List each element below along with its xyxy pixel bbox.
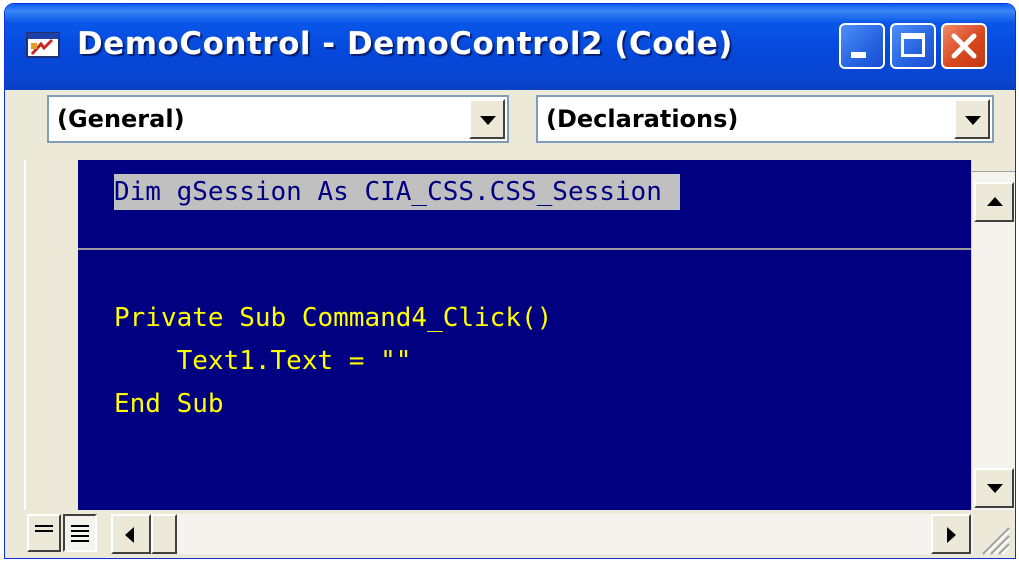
procedure-dropdown-value: (Declarations) xyxy=(546,105,739,133)
combo-toolbar: (General) (Declarations) xyxy=(5,90,1015,160)
code-area: Dim gSession As CIA_CSS.CSS_Session Priv… xyxy=(5,160,971,510)
arrow-left-icon xyxy=(125,527,134,543)
margin-indicator-bar[interactable] xyxy=(24,160,78,510)
resize-grip-icon[interactable] xyxy=(975,520,1011,556)
arrow-up-icon xyxy=(987,197,1003,206)
procedure-separator xyxy=(78,248,971,250)
procedure-view-icon xyxy=(35,525,53,535)
scroll-up-button[interactable] xyxy=(974,182,1014,222)
procedure-view-button[interactable] xyxy=(27,514,61,552)
chevron-down-icon xyxy=(480,116,496,125)
code-window: DemoControl - DemoControl2 (Code) (Gener… xyxy=(4,3,1016,559)
code-line-declaration[interactable]: Dim gSession As CIA_CSS.CSS_Session xyxy=(114,174,680,210)
code-line-end-sub[interactable]: End Sub xyxy=(114,386,224,422)
horizontal-scrollbar[interactable] xyxy=(111,514,973,554)
vb-code-window-icon[interactable] xyxy=(26,32,60,58)
close-button[interactable] xyxy=(941,23,987,69)
code-editor[interactable]: Dim gSession As CIA_CSS.CSS_Session Priv… xyxy=(78,160,971,510)
horizontal-scroll-thumb[interactable] xyxy=(151,514,177,554)
scroll-right-button[interactable] xyxy=(931,514,971,554)
maximize-icon xyxy=(901,33,925,57)
code-line-statement[interactable]: Text1.Text = "" xyxy=(114,343,412,379)
title-bar[interactable]: DemoControl - DemoControl2 (Code) xyxy=(5,4,1015,90)
vertical-scrollbar[interactable] xyxy=(971,160,1015,510)
close-icon xyxy=(951,33,977,59)
scroll-down-button[interactable] xyxy=(974,468,1014,508)
window-title: DemoControl - DemoControl2 (Code) xyxy=(77,26,733,62)
object-dropdown-button[interactable] xyxy=(469,99,505,139)
minimize-button[interactable] xyxy=(839,23,885,69)
code-line-sub-header[interactable]: Private Sub Command4_Click() xyxy=(114,300,552,336)
chevron-down-icon xyxy=(965,116,981,125)
full-module-view-button[interactable] xyxy=(63,514,97,552)
full-module-view-icon xyxy=(71,525,89,545)
maximize-button[interactable] xyxy=(890,23,936,69)
bottom-bar xyxy=(5,510,1015,558)
minimize-icon xyxy=(851,52,866,58)
procedure-dropdown-button[interactable] xyxy=(954,99,990,139)
arrow-right-icon xyxy=(947,527,956,543)
procedure-dropdown[interactable]: (Declarations) xyxy=(536,95,994,143)
split-bar[interactable] xyxy=(972,160,1015,172)
object-dropdown-value: (General) xyxy=(57,105,185,133)
object-dropdown[interactable]: (General) xyxy=(47,95,509,143)
scroll-left-button[interactable] xyxy=(111,514,151,554)
arrow-down-icon xyxy=(987,484,1003,493)
